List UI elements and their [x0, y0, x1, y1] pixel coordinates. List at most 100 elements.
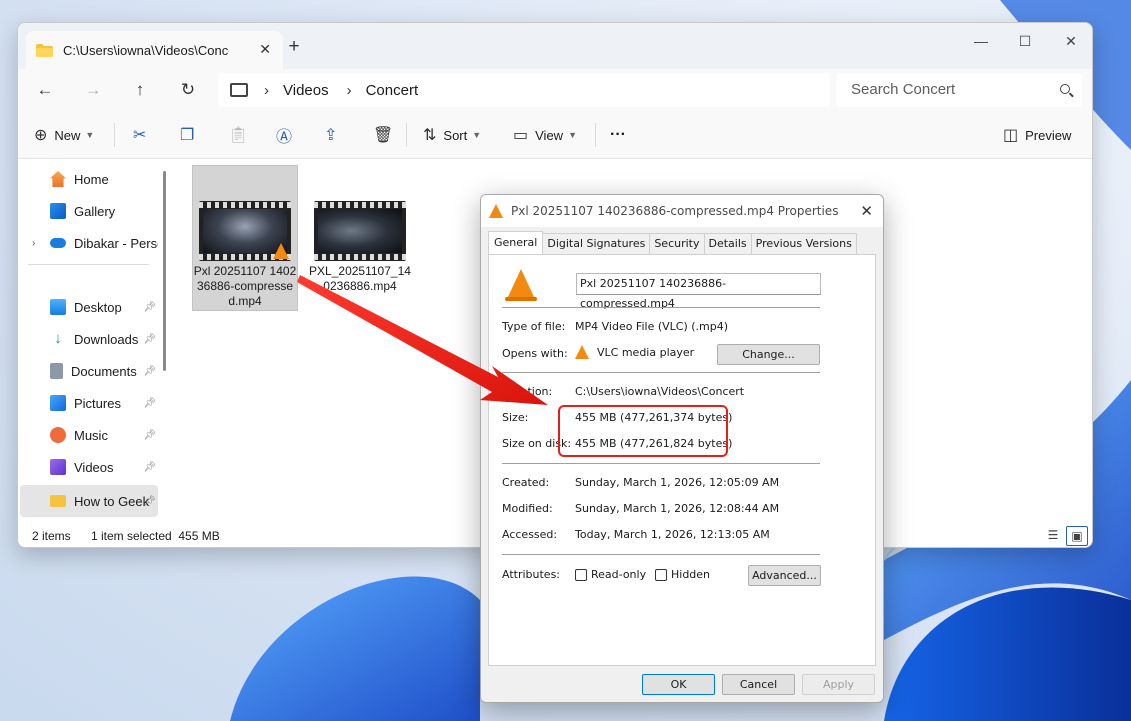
navigation-pane: Home Gallery › Dibakar - Personal Deskto… — [18, 160, 166, 522]
tab-previous-versions[interactable]: Previous Versions — [750, 233, 857, 254]
more-options-button[interactable]: ··· — [610, 121, 626, 149]
details-view-button[interactable]: ☰ — [1042, 526, 1064, 546]
pin-icon[interactable]: 📌︎ — [143, 398, 156, 409]
checkbox-box[interactable] — [655, 568, 667, 581]
size-label: Size: — [502, 411, 529, 424]
breadcrumb-videos[interactable]: Videos — [283, 82, 329, 99]
desktop-icon — [50, 299, 66, 315]
pin-icon[interactable]: 📌︎ — [143, 334, 156, 345]
rename-icon: Ⓐ — [276, 129, 293, 146]
sidebar-item-label: Gallery — [74, 203, 116, 219]
chevron-right-icon[interactable]: › — [347, 82, 352, 99]
pin-icon[interactable]: 📌︎ — [143, 302, 156, 313]
chevron-down-icon: ▼ — [472, 130, 482, 140]
minimize-button[interactable]: — — [958, 27, 1004, 55]
rename-button[interactable]: Ⓐ — [276, 121, 299, 149]
delete-button[interactable]: 🗑︎ — [373, 121, 400, 149]
pin-icon[interactable]: 📌︎ — [143, 496, 156, 507]
pin-icon[interactable]: 📌︎ — [143, 366, 156, 377]
accessed-label: Accessed: — [502, 528, 558, 541]
sidebar-item-documents[interactable]: Documents 📌︎ — [20, 357, 158, 385]
close-dialog-icon[interactable]: ✕ — [860, 202, 873, 220]
sidebar-item-gallery[interactable]: Gallery — [20, 197, 158, 225]
pin-icon[interactable]: 📌︎ — [143, 430, 156, 441]
sidebar-scrollbar[interactable] — [163, 171, 166, 371]
sidebar-item-desktop[interactable]: Desktop 📌︎ — [20, 293, 158, 321]
address-bar[interactable]: › Videos › Concert — [218, 73, 830, 107]
file-item[interactable]: PXL_20251107_140236886.mp4 — [307, 165, 413, 311]
dialog-tabs: General Digital Signatures Security Deta… — [488, 231, 857, 255]
refresh-button[interactable]: ↻ — [173, 76, 203, 104]
sidebar-item-onedrive[interactable]: › Dibakar - Personal — [20, 229, 158, 257]
video-thumbnail — [314, 201, 406, 261]
new-tab-button[interactable]: + — [280, 35, 308, 59]
tab-details[interactable]: Details — [703, 233, 752, 254]
item-count: 2 items — [32, 529, 71, 543]
view-button[interactable]: ▭ View ▼ — [513, 121, 577, 149]
chevron-right-icon[interactable]: › — [32, 238, 35, 249]
sidebar-item-home[interactable]: Home — [20, 165, 158, 193]
breadcrumb-concert[interactable]: Concert — [366, 82, 419, 99]
video-thumbnail — [199, 201, 291, 261]
sidebar-item-label: Music — [74, 427, 108, 443]
home-icon — [50, 171, 66, 187]
toolbar-divider — [595, 123, 596, 147]
new-button[interactable]: ⊕ New ▼ — [34, 121, 94, 149]
paste-button[interactable]: 📋︎ — [228, 121, 255, 149]
hidden-checkbox[interactable]: Hidden — [655, 568, 710, 581]
plus-circle-icon: ⊕ — [34, 127, 48, 144]
close-tab-icon[interactable]: ✕ — [259, 41, 271, 58]
sort-button[interactable]: ⇅ Sort ▼ — [423, 121, 481, 149]
explorer-tab[interactable]: C:\Users\iowna\Videos\Concert ✕ — [26, 31, 283, 69]
preview-pane-button[interactable]: ◫ Preview — [1003, 121, 1071, 149]
folder-icon — [50, 495, 66, 507]
ok-button[interactable]: OK — [642, 674, 715, 695]
search-input[interactable]: Search Concert — [836, 73, 1082, 107]
divider — [502, 554, 820, 555]
pin-icon[interactable]: 📌︎ — [143, 462, 156, 473]
sidebar-item-label: Dibakar - Personal — [74, 235, 158, 251]
filename-field[interactable]: Pxl 20251107 140236886-compressed.mp4 — [576, 273, 821, 310]
chevron-right-icon[interactable]: › — [264, 82, 269, 99]
up-button[interactable]: ↑ — [125, 76, 155, 104]
vlc-icon — [505, 269, 537, 301]
sidebar-item-label: Home — [74, 171, 109, 187]
download-arrow-icon: ↓ — [54, 330, 62, 347]
advanced-button[interactable]: Advanced... — [748, 565, 821, 586]
tab-digital-signatures[interactable]: Digital Signatures — [542, 233, 651, 254]
sidebar-item-videos[interactable]: Videos 📌︎ — [20, 453, 158, 481]
tab-security[interactable]: Security — [649, 233, 705, 254]
apply-button[interactable]: Apply — [802, 674, 875, 695]
close-window-button[interactable]: ✕ — [1048, 27, 1092, 55]
divider — [502, 463, 820, 464]
sidebar-item-music[interactable]: Music 📌︎ — [20, 421, 158, 449]
modified-value: Sunday, March 1, 2026, 12:08:44 AM — [575, 502, 780, 515]
tab-general[interactable]: General — [488, 231, 544, 254]
checkbox-label: Hidden — [671, 568, 711, 581]
this-pc-icon[interactable] — [230, 83, 248, 97]
file-item[interactable]: Pxl 20251107 140236886-compressed.mp4 — [192, 165, 298, 311]
back-button[interactable]: ← — [30, 76, 60, 104]
cut-button[interactable]: ✂ — [133, 121, 153, 149]
sidebar-item-how-to-geek[interactable]: How to Geek 📌︎ — [20, 485, 158, 517]
cancel-button[interactable]: Cancel — [722, 674, 795, 695]
opens-with-value: VLC media player — [575, 345, 694, 359]
large-icons-view-button[interactable]: ▣ — [1066, 526, 1088, 546]
sidebar-divider — [28, 264, 149, 265]
change-button[interactable]: Change... — [717, 344, 820, 365]
videos-icon — [50, 459, 66, 475]
preview-label: Preview — [1025, 127, 1072, 143]
sort-label: Sort — [443, 127, 468, 143]
maximize-button[interactable]: ☐ — [1002, 27, 1048, 55]
sidebar-item-label: Pictures — [74, 395, 121, 411]
sidebar-item-downloads[interactable]: ↓ Downloads 📌︎ — [20, 325, 158, 353]
share-button[interactable]: ⇪ — [324, 121, 344, 149]
file-name: Pxl 20251107 140236886-compressed.mp4 — [193, 264, 297, 308]
checkbox-box[interactable] — [575, 568, 587, 581]
copy-button[interactable]: ❐ — [180, 121, 201, 149]
created-label: Created: — [502, 476, 550, 489]
sidebar-item-pictures[interactable]: Pictures 📌︎ — [20, 389, 158, 417]
readonly-checkbox[interactable]: Read-only — [575, 568, 646, 581]
forward-button[interactable]: → — [78, 76, 108, 104]
clipboard-icon: 📋︎ — [228, 127, 249, 144]
